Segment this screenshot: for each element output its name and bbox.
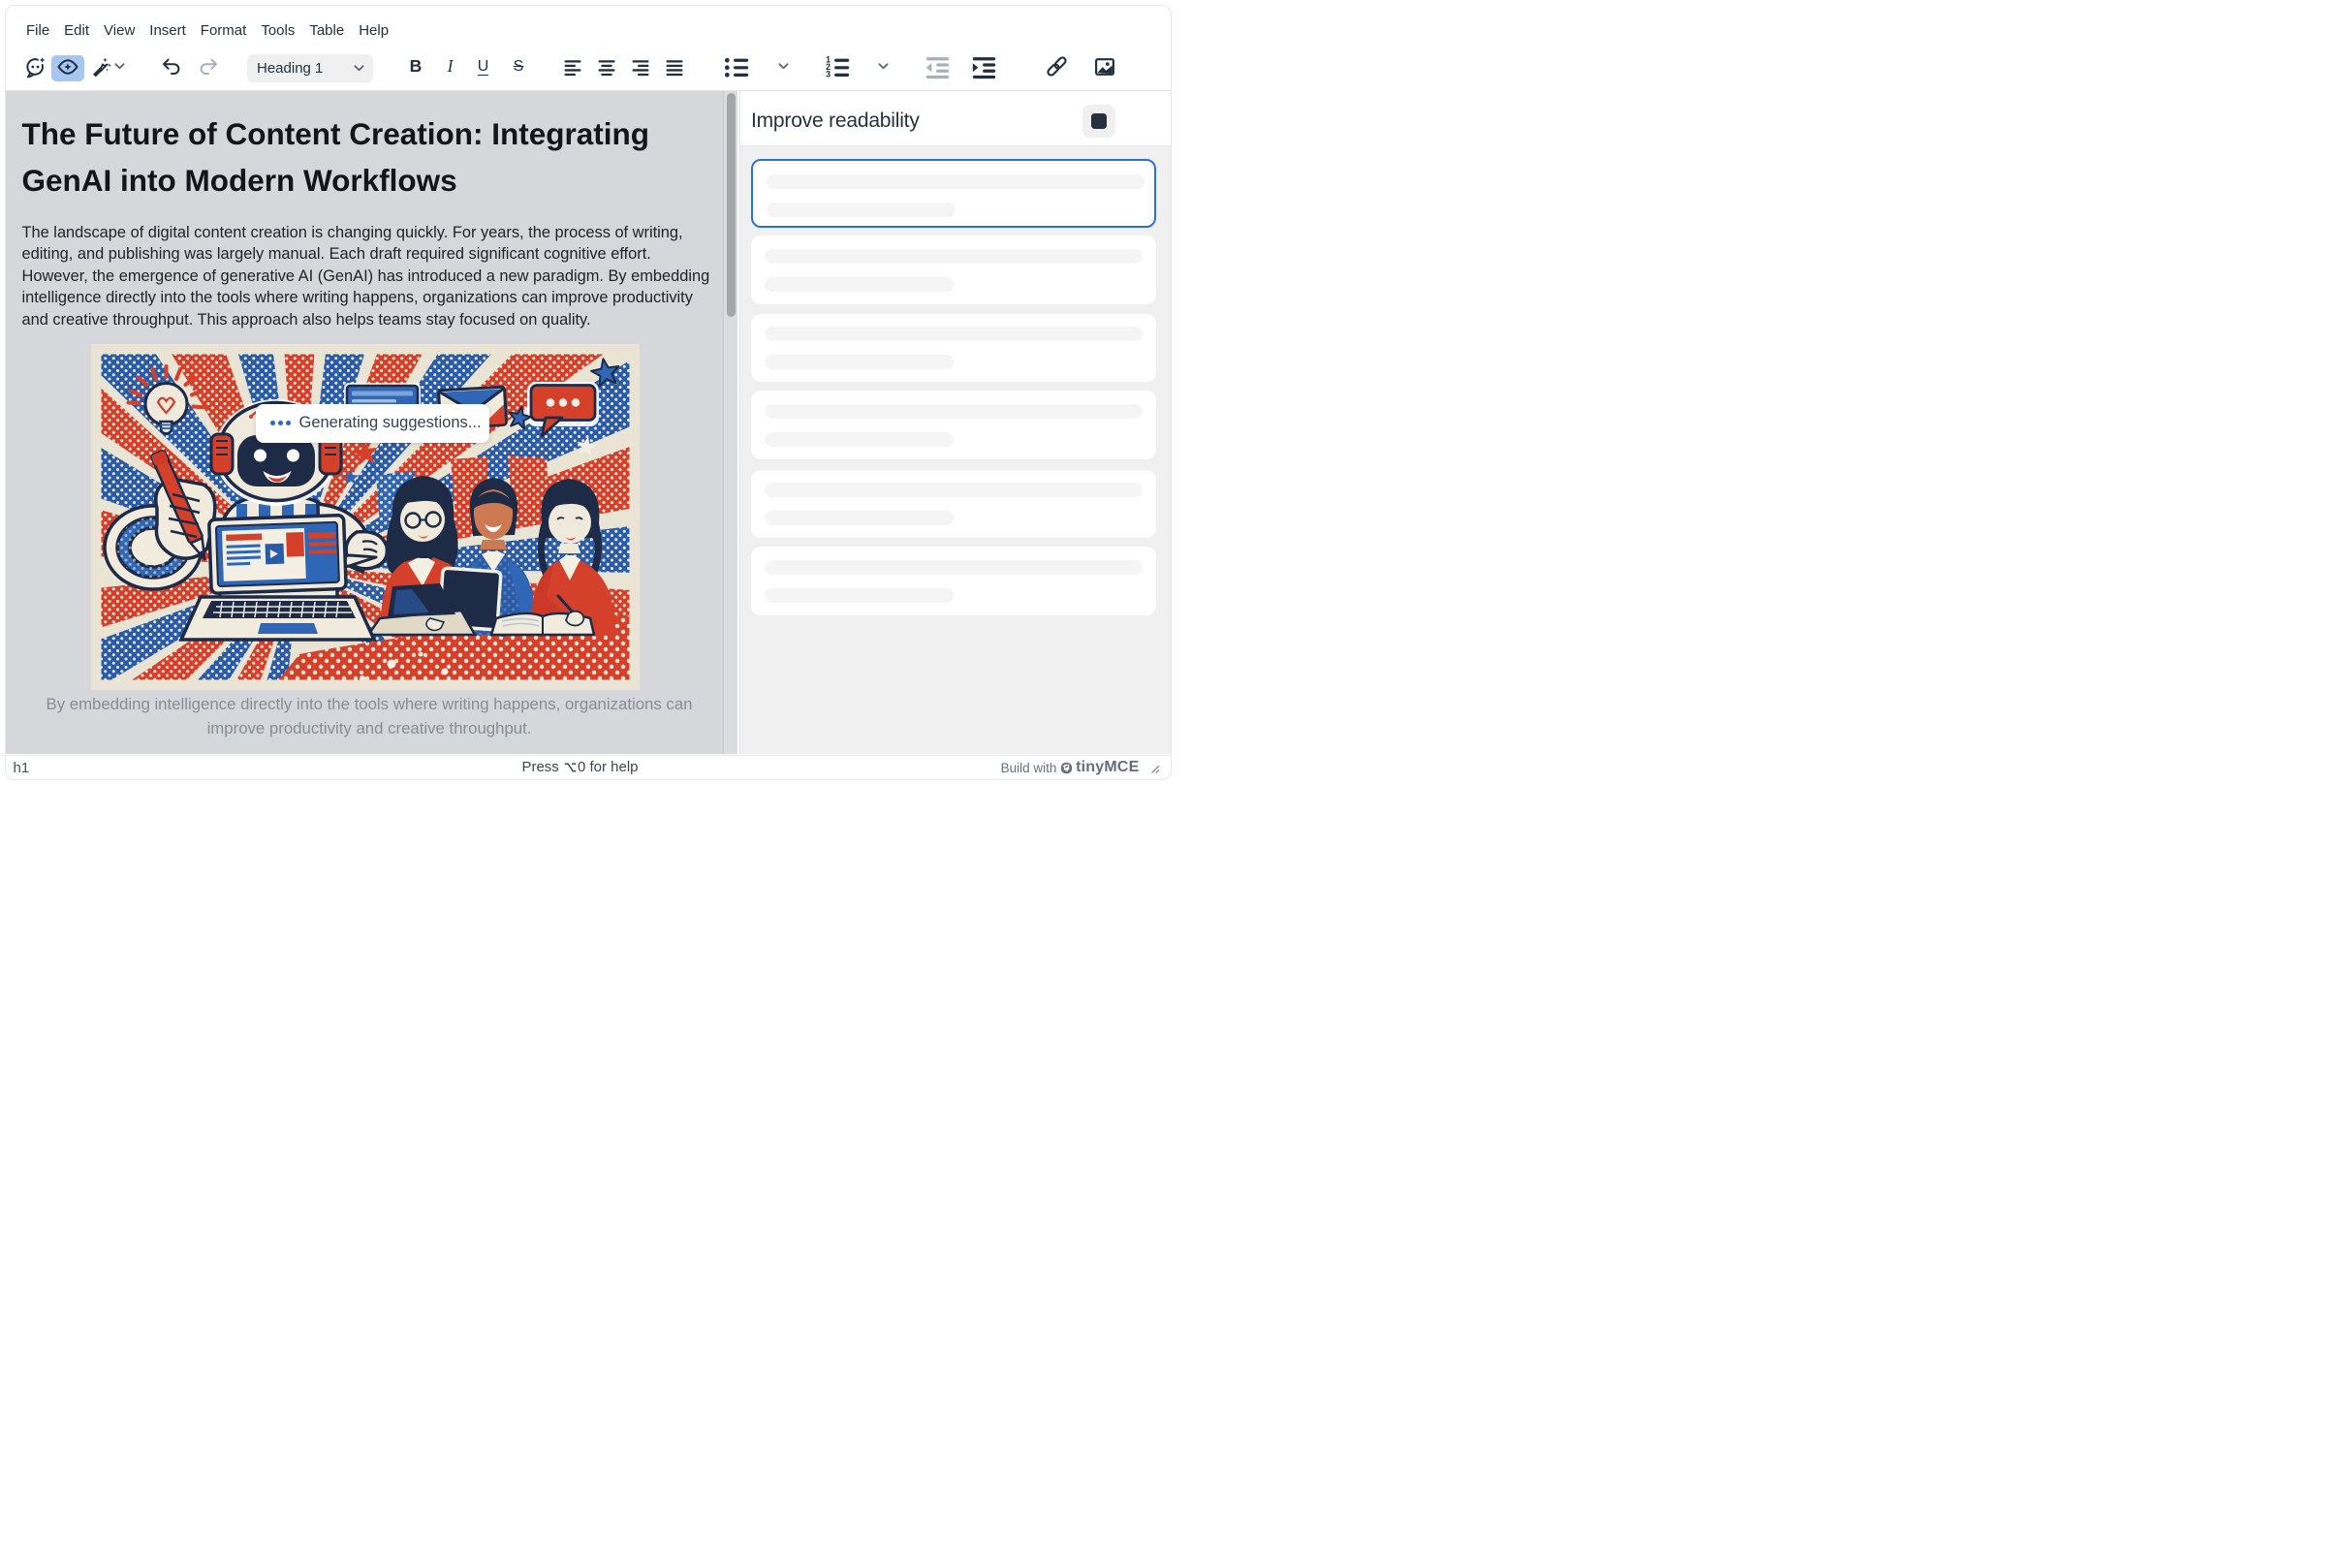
svg-text:3: 3 <box>826 70 831 79</box>
